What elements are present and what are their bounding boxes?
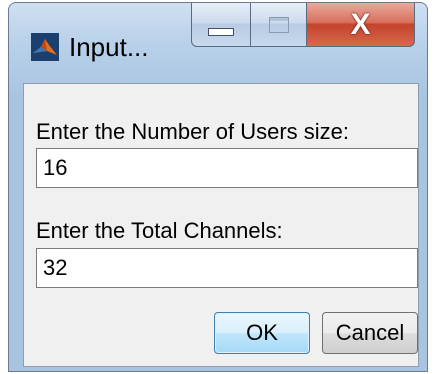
close-button[interactable]: X — [307, 3, 415, 47]
dialog-content: Enter the Number of Users size: Enter th… — [23, 83, 419, 367]
total-channels-label: Enter the Total Channels: — [36, 218, 283, 243]
close-icon: X — [350, 7, 371, 41]
total-channels-input[interactable] — [36, 248, 418, 288]
input-dialog-window: Input... X Enter the Number of Users siz… — [8, 2, 428, 372]
minimize-icon — [208, 27, 234, 36]
caption-buttons: X — [191, 3, 415, 49]
ok-button[interactable]: OK — [214, 312, 310, 354]
maximize-button[interactable] — [251, 3, 307, 47]
maximize-icon — [268, 16, 289, 33]
cancel-button[interactable]: Cancel — [322, 312, 418, 354]
minimize-button[interactable] — [191, 3, 251, 47]
window-title: Input... — [69, 32, 149, 62]
users-size-input[interactable] — [36, 148, 418, 188]
matlab-icon — [31, 33, 59, 61]
users-size-label: Enter the Number of Users size: — [36, 119, 350, 144]
title-bar[interactable]: Input... X — [9, 3, 427, 95]
